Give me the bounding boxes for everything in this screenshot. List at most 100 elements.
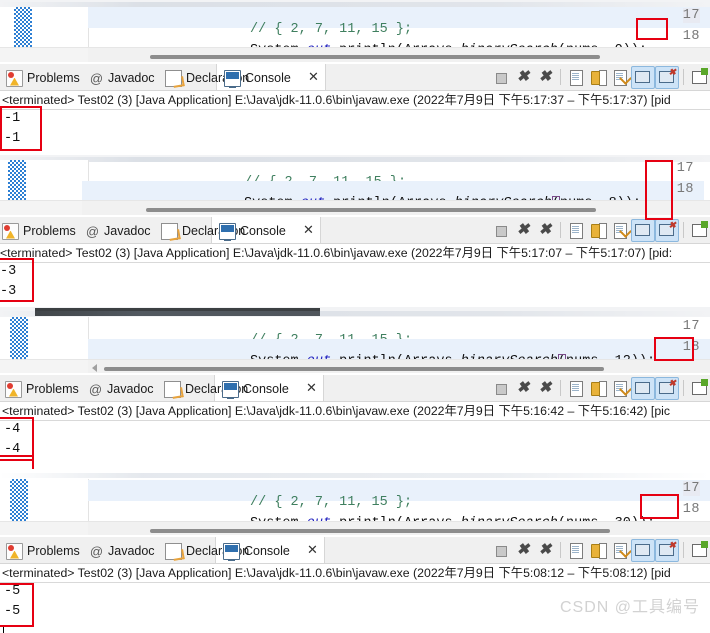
code-line-17-3[interactable]: // { 2, 7, 11, 15 }; [88,318,710,348]
code-editor-2[interactable]: // { 2, 7, 11, 15 }; 17 System.out.print… [0,155,710,215]
code-line-17-1[interactable]: // { 2, 7, 11, 15 }; [88,7,710,37]
javadoc-at-icon: @ [85,223,100,239]
terminate-button[interactable] [490,540,512,561]
code-line-17-2[interactable]: // { 2, 7, 11, 15 }; [82,160,704,190]
clear-console-button[interactable] [565,540,587,561]
show-console-on-output-button[interactable] [631,376,655,400]
code-line-18-1[interactable]: System.out.println(Arrays.binarySearch(n… [88,28,710,58]
show-console-on-error-button[interactable]: ✖ [655,218,679,242]
show-console-on-error-button[interactable]: ✖ [655,376,679,400]
code-line-18-3[interactable]: System.out.println(Arrays.binarySearch(n… [88,339,710,369]
console-icon [219,222,236,241]
tab-close-icon-3[interactable]: ✕ [306,381,317,394]
word-wrap-button[interactable] [609,540,632,561]
folding-ruler-4[interactable] [10,479,28,521]
word-wrap-button[interactable] [609,378,632,399]
remove-launch-button[interactable]: ✖ [512,378,534,399]
tab-javadoc-2[interactable]: @ Javadoc [85,221,151,241]
console-output-2[interactable]: -3 -3 [0,263,710,307]
line-number-17-3: 17 [682,319,700,334]
remove-launch-button[interactable]: ✖ [512,67,534,88]
show-console-on-output-button[interactable] [631,65,655,89]
tab-close-icon-4[interactable]: ✕ [307,543,318,556]
editor-hscrollbar-2[interactable] [0,200,710,215]
clear-console-button[interactable] [565,220,587,241]
editor-hscrollbar-1[interactable] [0,47,710,62]
terminate-button[interactable] [490,378,512,399]
code-line-18-2[interactable]: System.out.println(Arrays.binarySearch(n… [82,181,704,211]
open-console-button[interactable] [688,67,710,88]
tab-close-icon-1[interactable]: ✕ [308,70,319,83]
tab-label: Problems [23,223,76,238]
line-number-18-4: 18 [682,502,700,517]
problems-icon [6,542,23,560]
clear-console-button[interactable] [565,378,587,399]
console-output-line: -1 [4,131,21,146]
folding-ruler-1[interactable] [14,7,32,47]
scroll-left-arrow-icon[interactable] [92,364,97,372]
scroll-lock-button[interactable] [587,220,609,241]
scroll-lock-button[interactable] [587,378,609,399]
show-console-on-error-button[interactable]: ✖ [655,65,679,89]
scroll-lock-button[interactable] [587,67,609,88]
terminate-button[interactable] [490,220,512,241]
remove-all-terminated-button[interactable]: ✖ [534,378,556,399]
code-line-18-4[interactable]: System.out.println(Arrays.binarySearch(n… [88,501,710,531]
console-view-3: Problems @ Javadoc Declaration Console ✕ [0,375,710,465]
show-console-on-error-button[interactable]: ✖ [655,538,679,562]
toolbar-separator [683,380,684,396]
declaration-icon [161,222,178,240]
open-console-button[interactable] [688,378,710,399]
show-console-on-output-button[interactable] [631,538,655,562]
remove-all-terminated-button[interactable]: ✖ [534,67,556,88]
editor-hscrollbar-3[interactable] [0,359,710,373]
line-number-18-3: 18 [682,340,700,355]
tab-javadoc-3[interactable]: @ Javadoc [88,379,154,399]
console-output-line: -4 [4,442,21,457]
toolbar-separator [560,542,561,558]
editor-hscrollbar-4[interactable] [0,521,710,535]
tab-console-4[interactable]: Console [223,541,290,561]
tab-console-2[interactable]: Console [219,221,286,241]
javadoc-at-icon: @ [89,70,104,86]
open-console-button[interactable] [688,220,710,241]
tab-close-icon-2[interactable]: ✕ [303,223,314,236]
tab-javadoc-1[interactable]: @ Javadoc [89,68,155,88]
open-console-button[interactable] [688,540,710,561]
tab-javadoc-4[interactable]: @ Javadoc [89,541,155,561]
scroll-lock-button[interactable] [587,540,609,561]
tab-label: Javadoc [107,381,154,396]
clear-console-button[interactable] [565,67,587,88]
console-view-4: Problems @ Javadoc Declaration Console ✕ [0,537,710,633]
remove-launch-button[interactable]: ✖ [512,540,534,561]
terminate-button[interactable] [490,67,512,88]
remove-launch-button[interactable]: ✖ [512,220,534,241]
code-editor-3[interactable]: // { 2, 7, 11, 15 }; 17 System.out.print… [0,307,710,373]
tab-label: Problems [27,543,80,558]
word-wrap-button[interactable] [609,220,632,241]
code-editor-4[interactable]: // { 2, 7, 11, 15 }; 17 System.out.print… [0,465,710,535]
toolbar-separator [560,222,561,238]
tab-problems-3[interactable]: Problems [5,379,79,399]
tab-problems-1[interactable]: Problems [6,68,80,88]
code-editor-1[interactable]: // { 2, 7, 11, 15 }; 17 System.out.print… [0,0,710,62]
console-output-1[interactable]: -1 -1 [0,110,710,155]
tab-problems-4[interactable]: Problems [6,541,80,561]
folding-ruler-2[interactable] [8,160,26,200]
remove-all-terminated-button[interactable]: ✖ [534,220,556,241]
view-tabbar-2: Problems @ Javadoc Declaration Console ✕ [0,217,710,244]
console-toolbar-4: ✖ ✖ ✖ [490,538,710,562]
javadoc-at-icon: @ [89,543,104,559]
line-number-18-2: 18 [676,182,694,197]
tab-console-3[interactable]: Console [222,379,289,399]
folding-ruler-3[interactable] [10,317,28,359]
capture-panel-3: // { 2, 7, 11, 15 }; 17 System.out.print… [0,307,710,465]
code-line-17-4[interactable]: // { 2, 7, 11, 15 }; [88,480,710,510]
tab-problems-2[interactable]: Problems [2,221,76,241]
show-console-on-output-button[interactable] [631,218,655,242]
console-output-3[interactable]: -4 -4 [0,421,710,465]
remove-all-terminated-button[interactable]: ✖ [534,540,556,561]
word-wrap-button[interactable] [609,67,632,88]
tab-console-1[interactable]: Console [224,68,291,88]
console-toolbar-1: ✖ ✖ ✖ [490,65,710,89]
